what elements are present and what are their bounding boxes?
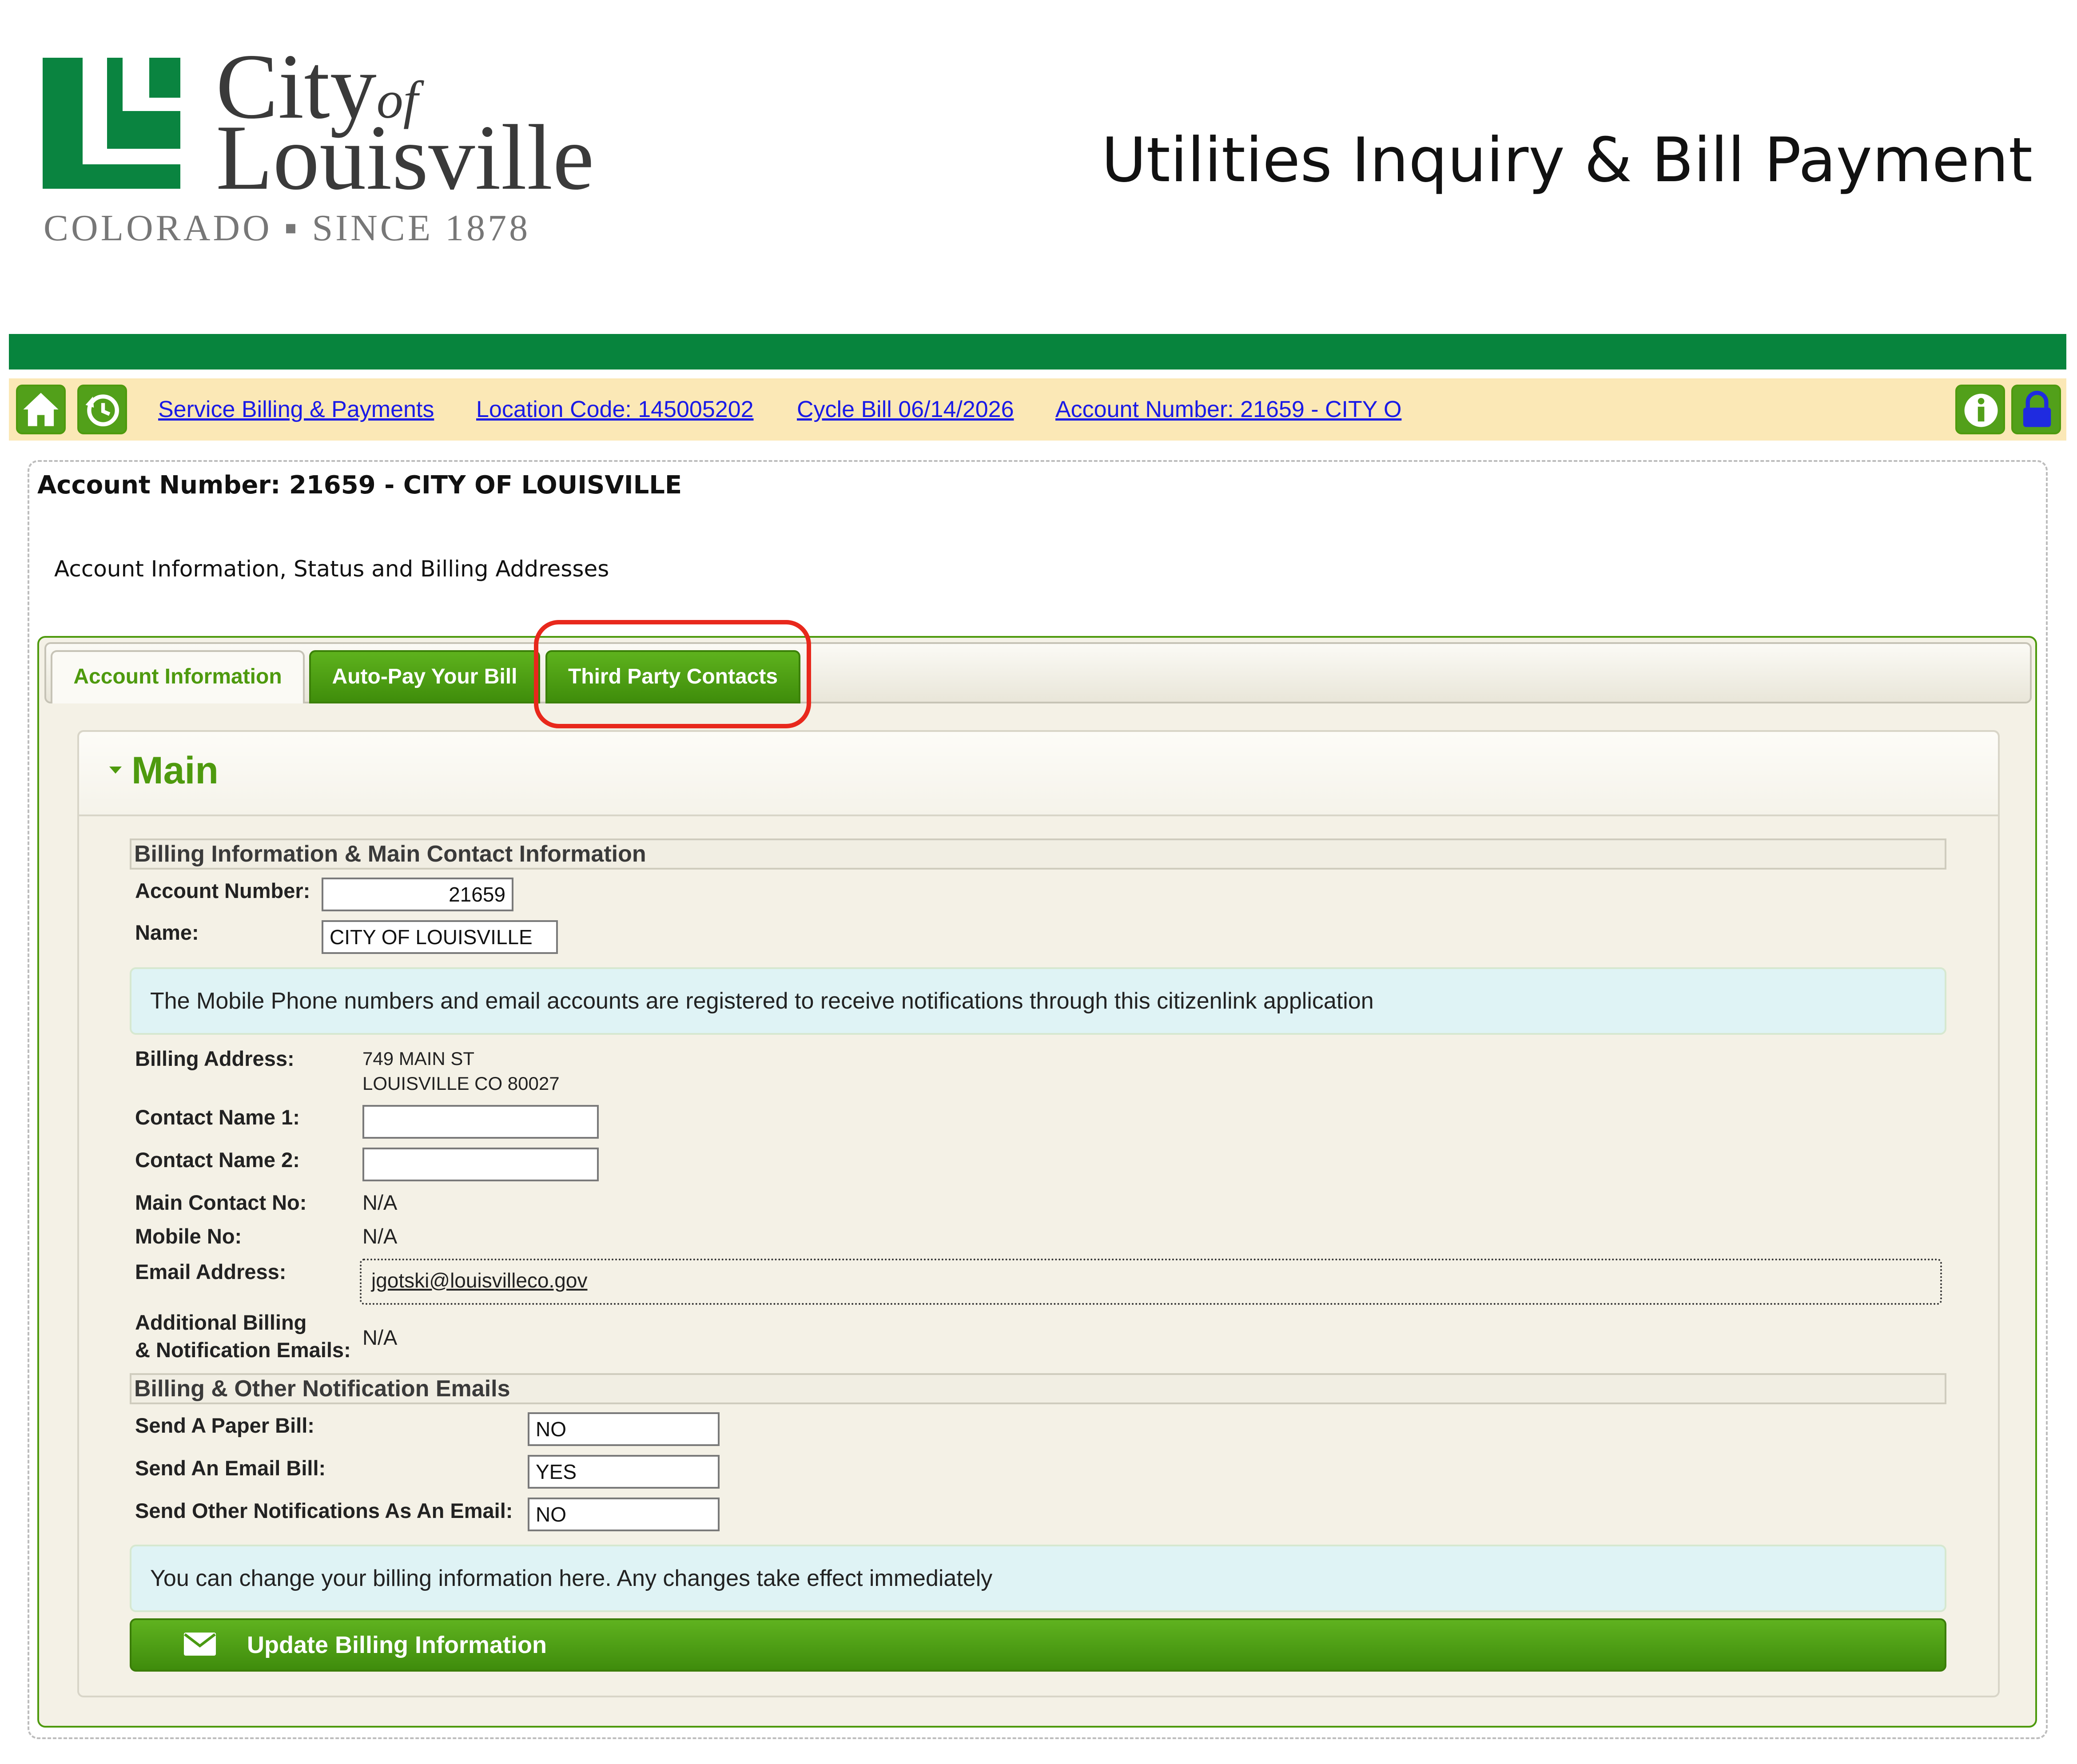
additional-emails-label-line2: & Notification Emails:: [135, 1338, 351, 1362]
main-contact-label: Main Contact No:: [135, 1191, 307, 1214]
billing-change-notice: You can change your billing information …: [130, 1545, 1946, 1612]
update-billing-button[interactable]: Update Billing Information: [130, 1618, 1946, 1672]
main-contact-value: N/A: [362, 1191, 398, 1214]
billing-address-line1: 749 MAIN ST: [362, 1048, 475, 1069]
home-icon[interactable]: [16, 385, 66, 434]
envelope-icon: [184, 1633, 216, 1656]
page-title: Utilities Inquiry & Bill Payment: [1101, 124, 2033, 196]
account-number-label: Account Number:: [135, 879, 310, 902]
navigation-bar: Service Billing & Payments Location Code…: [9, 378, 2066, 441]
billing-info-section-header: Billing Information & Main Contact Infor…: [130, 838, 1946, 870]
name-field[interactable]: CITY OF LOUISVILLE: [322, 920, 558, 954]
billing-address-label: Billing Address:: [135, 1047, 294, 1070]
tab-highlight-annotation: [534, 620, 811, 728]
header-divider-bar: [9, 334, 2066, 369]
main-section-title: Main: [131, 749, 219, 792]
city-logo-mark-icon: [43, 58, 180, 189]
paper-bill-field[interactable]: NO: [528, 1412, 720, 1446]
additional-emails-label-line1: Additional Billing: [135, 1311, 307, 1334]
update-billing-button-label: Update Billing Information: [247, 1632, 547, 1658]
info-icon[interactable]: [1955, 385, 2005, 434]
additional-emails-value: N/A: [362, 1326, 398, 1349]
notification-registered-notice: The Mobile Phone numbers and email accou…: [130, 967, 1946, 1035]
email-bill-field[interactable]: YES: [528, 1455, 720, 1489]
account-subtitle: Account Information, Status and Billing …: [54, 556, 609, 582]
lock-icon[interactable]: [2011, 385, 2061, 434]
logo-tagline: COLORADO ▪ SINCE 1878: [44, 207, 531, 249]
account-number-field[interactable]: 21659: [322, 878, 513, 911]
contact-name-2-label: Contact Name 2:: [135, 1148, 300, 1172]
email-address-box[interactable]: [360, 1259, 1942, 1305]
email-bill-label: Send An Email Bill:: [135, 1456, 326, 1480]
email-address-label: Email Address:: [135, 1260, 286, 1283]
billing-address-line2: LOUISVILLE CO 80027: [362, 1073, 560, 1094]
logo-louisville-text: Louisville: [216, 106, 594, 209]
nav-link-location-code[interactable]: Location Code: 145005202: [476, 396, 754, 423]
nav-link-account-number[interactable]: Account Number: 21659 - CITY O: [1055, 396, 1401, 423]
tab-auto-pay[interactable]: Auto-Pay Your Bill: [309, 650, 540, 703]
nav-link-service-billing[interactable]: Service Billing & Payments: [158, 396, 434, 423]
name-label: Name:: [135, 921, 199, 944]
email-address-link[interactable]: jgotski@louisvilleco.gov: [371, 1268, 587, 1292]
mobile-value: N/A: [362, 1224, 398, 1248]
collapse-caret-icon[interactable]: [109, 767, 122, 774]
other-notifications-label: Send Other Notifications As An Email:: [135, 1499, 513, 1522]
notification-emails-section-header: Billing & Other Notification Emails: [130, 1373, 1946, 1404]
account-title: Account Number: 21659 - CITY OF LOUISVIL…: [37, 471, 682, 500]
other-notifications-field[interactable]: NO: [528, 1498, 720, 1531]
tab-account-information[interactable]: Account Information: [51, 650, 305, 703]
nav-link-cycle-bill[interactable]: Cycle Bill 06/14/2026: [797, 396, 1014, 423]
contact-name-1-label: Contact Name 1:: [135, 1105, 300, 1129]
city-logo: Cityof Louisville COLORADO ▪ SINCE 1878: [43, 40, 594, 258]
main-section-header[interactable]: [79, 732, 1998, 816]
contact-name-2-field[interactable]: [362, 1148, 599, 1181]
paper-bill-label: Send A Paper Bill:: [135, 1414, 314, 1437]
history-icon[interactable]: [77, 385, 127, 434]
contact-name-1-field[interactable]: [362, 1105, 599, 1139]
mobile-label: Mobile No:: [135, 1224, 242, 1248]
